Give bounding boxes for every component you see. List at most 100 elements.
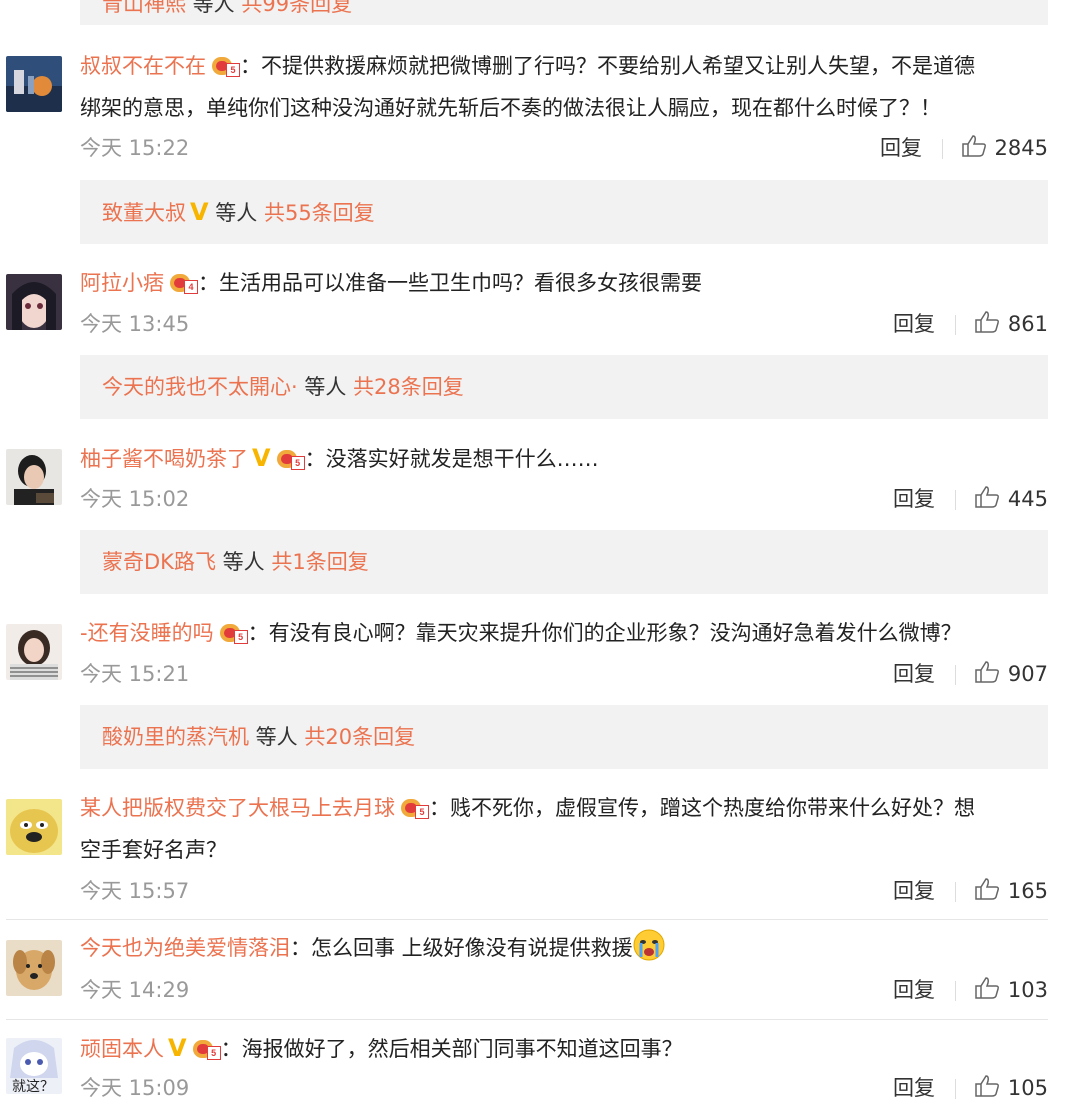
comment-body-line: 海报做好了，然后相关部门同事不知道这回事？ <box>241 1037 683 1061</box>
reply-summary-count[interactable]: 共28条回复 <box>353 375 464 399</box>
user-name[interactable]: 某人把版权费交了大根马上去月球 <box>80 796 395 820</box>
reply-button[interactable]: 回复 <box>880 130 922 166</box>
comment-body-line: 怎么回事 上级好像没有说提供救援 <box>311 936 633 960</box>
thumbs-up-icon <box>975 311 999 333</box>
reply-button[interactable]: 回复 <box>893 306 935 342</box>
timestamp: 今天 15:02 <box>80 487 190 511</box>
reply-summary-name[interactable]: 致董大叔 <box>102 201 186 225</box>
reply-summary-name[interactable]: 今天的我也不太開心· <box>102 375 298 399</box>
avatar[interactable] <box>6 449 62 505</box>
thumbs-up-icon <box>975 1075 999 1097</box>
reply-summary-suffix: 等人 <box>297 375 347 399</box>
reply-summary-suffix: 等人 <box>186 0 235 16</box>
user-name[interactable]: 顽固本人 <box>80 1037 164 1061</box>
reply-button[interactable]: 回复 <box>893 656 935 692</box>
comment-text: 今天也为绝美爱情落泪：怎么回事 上级好像没有说提供救援 <box>80 927 1040 969</box>
comment-meta: 今天 13:45 回复 861 <box>80 306 1048 342</box>
reply-summary-name[interactable]: 青山禅熙 <box>102 0 186 16</box>
reply-summary-box[interactable]: 青山禅熙 等人 共99条回复 <box>80 0 1048 25</box>
comment-body-line: 不提供救援麻烦就把微博删了行吗？不要给别人希望又让别人失望，不是道德 <box>261 54 975 78</box>
comment-body-line: 生活用品可以准备一些卫生巾吗？看很多女孩很需要 <box>219 271 702 295</box>
crying-emoji-icon <box>633 929 665 961</box>
timestamp: 今天 13:45 <box>80 312 190 336</box>
like-count: 103 <box>1007 978 1048 1002</box>
thumbs-up-icon <box>975 486 999 508</box>
user-name[interactable]: 叔叔不在不在 <box>80 54 206 78</box>
reply-button[interactable]: 回复 <box>893 972 935 1008</box>
like-button[interactable]: 103 <box>974 972 1048 1008</box>
divider <box>942 139 943 159</box>
comment-text: 阿拉小痞 4 ：生活用品可以准备一些卫生巾吗？看很多女孩很需要 <box>80 270 702 295</box>
comment-text-line2: 绑架的意思，单纯你们这种没沟通好就先斩后不奏的做法很让人膈应，现在都什么时候了？… <box>80 96 941 120</box>
user-name[interactable]: 柚子酱不喝奶茶了 <box>80 447 248 471</box>
reply-button[interactable]: 回复 <box>893 873 935 909</box>
avatar[interactable] <box>6 56 62 112</box>
reply-summary-count[interactable]: 共99条回复 <box>241 0 352 16</box>
fan-crown-icon: 5 <box>399 795 429 819</box>
like-button[interactable]: 105 <box>974 1070 1048 1106</box>
reply-summary-count[interactable]: 共1条回复 <box>271 550 368 574</box>
reply-summary-text[interactable]: 青山禅熙 等人 共99条回复 <box>102 0 352 18</box>
comment-text: 某人把版权费交了大根马上去月球 5 ：贱不死你，虚假宣传，蹭这个热度给你带来什么好处… <box>80 795 975 820</box>
divider <box>955 882 956 902</box>
like-count: 2845 <box>994 136 1048 160</box>
avatar[interactable] <box>6 624 62 680</box>
thumbs-up-icon <box>975 661 999 683</box>
comment-body-line: 贱不死你，虚假宣传，蹭这个热度给你带来什么好处？想 <box>450 796 975 820</box>
fan-crown-icon: 5 <box>275 446 305 470</box>
reply-summary-count[interactable]: 共55条回复 <box>264 201 375 225</box>
fan-crown-icon: 4 <box>168 270 198 294</box>
comment-text: 顽固本人 V 5 ：海报做好了，然后相关部门同事不知道这回事？ <box>80 1034 683 1062</box>
verified-v-icon: V <box>190 198 209 226</box>
verified-v-icon: V <box>252 444 271 472</box>
like-button[interactable]: 861 <box>974 306 1048 342</box>
timestamp: 今天 15:21 <box>80 662 190 686</box>
comment-divider <box>6 1019 1048 1020</box>
comment-meta: 今天 15:57 回复 165 <box>80 873 1048 909</box>
reply-summary-box[interactable]: 今天的我也不太開心· 等人 共28条回复 <box>80 355 1048 419</box>
thumbs-up-icon <box>975 977 999 999</box>
reply-summary-box[interactable]: 致董大叔 V 等人 共55条回复 <box>80 180 1048 244</box>
avatar[interactable] <box>6 274 62 330</box>
like-count: 861 <box>1007 312 1048 336</box>
reply-summary-name[interactable]: 酸奶里的蒸汽机 <box>102 725 249 749</box>
reply-summary-box[interactable]: 酸奶里的蒸汽机 等人 共20条回复 <box>80 705 1048 769</box>
comment-text: 柚子酱不喝奶茶了 V 5 ：没落实好就发是想干什么…… <box>80 444 599 472</box>
timestamp: 今天 15:22 <box>80 136 190 160</box>
timestamp: 今天 15:09 <box>80 1076 190 1100</box>
comment-meta: 今天 15:09 回复 105 <box>80 1070 1048 1106</box>
comment-meta: 今天 15:22 回复 2845 <box>80 130 1048 166</box>
avatar[interactable]: 就这？ <box>6 1038 62 1094</box>
divider <box>955 1079 956 1099</box>
avatar[interactable] <box>6 940 62 996</box>
like-button[interactable]: 2845 <box>961 130 1048 166</box>
like-button[interactable]: 165 <box>974 873 1048 909</box>
reply-summary-count[interactable]: 共20条回复 <box>304 725 415 749</box>
thumbs-up-icon <box>975 878 999 900</box>
reply-summary-suffix: 等人 <box>208 201 258 225</box>
comment-text: -还有没睡的吗 5 ：有没有良心啊？靠天灾来提升你们的企业形象？没沟通好急着发什么微… <box>80 620 962 645</box>
like-count: 907 <box>1007 662 1048 686</box>
reply-button[interactable]: 回复 <box>893 481 935 517</box>
comment-text-line2: 空手套好名声？ <box>80 838 227 862</box>
avatar[interactable] <box>6 799 62 855</box>
comment-divider <box>6 919 1048 920</box>
user-name[interactable]: -还有没睡的吗 <box>80 621 214 645</box>
thumbs-up-icon <box>961 135 986 157</box>
comment-meta: 今天 14:29 回复 103 <box>80 972 1048 1008</box>
fan-crown-icon: 5 <box>218 620 248 644</box>
reply-button[interactable]: 回复 <box>893 1070 935 1106</box>
user-name[interactable]: 阿拉小痞 <box>80 271 164 295</box>
fan-crown-icon: 5 <box>191 1036 221 1060</box>
like-count: 105 <box>1007 1076 1048 1100</box>
reply-summary-name[interactable]: 蒙奇DK路飞 <box>102 550 216 574</box>
user-name[interactable]: 今天也为绝美爱情落泪 <box>80 936 290 960</box>
reply-summary-suffix: 等人 <box>249 725 298 749</box>
fan-crown-icon: 5 <box>210 53 240 77</box>
reply-summary-box[interactable]: 蒙奇DK路飞 等人 共1条回复 <box>80 530 1048 594</box>
comment-body-line: 有没有良心啊？靠天灾来提升你们的企业形象？没沟通好急着发什么微博？ <box>268 621 962 645</box>
like-button[interactable]: 907 <box>974 656 1048 692</box>
like-button[interactable]: 445 <box>974 481 1048 517</box>
verified-v-icon: V <box>168 1034 187 1062</box>
divider <box>955 665 956 685</box>
